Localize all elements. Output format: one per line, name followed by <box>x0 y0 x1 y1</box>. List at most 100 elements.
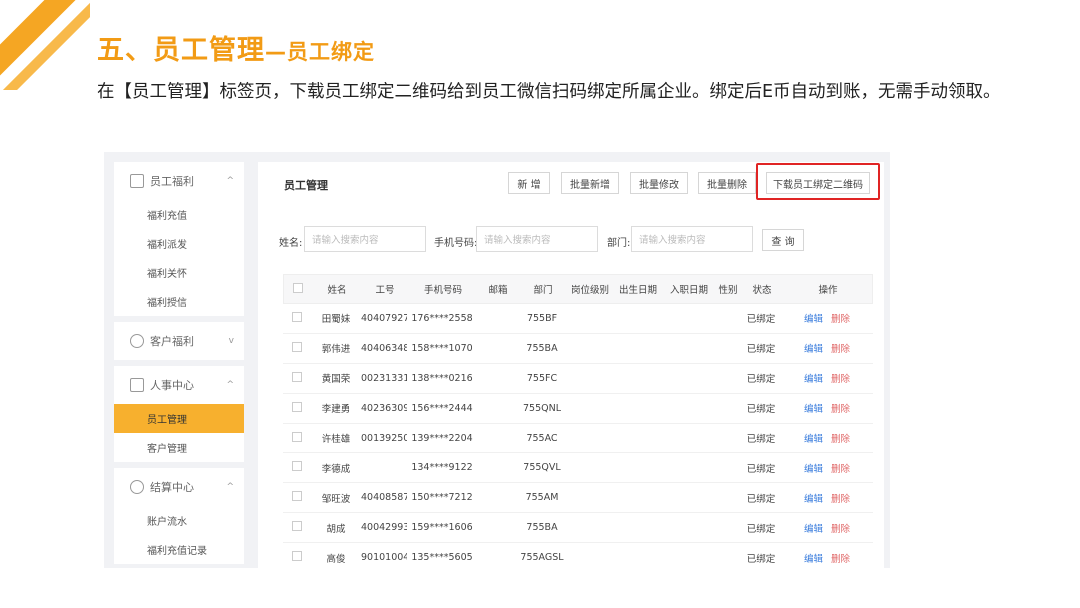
row-checkbox[interactable] <box>292 491 302 502</box>
sidebar-group-header[interactable]: 结算中心 ^ <box>114 468 244 506</box>
delete-link[interactable]: 删除 <box>831 374 850 385</box>
phone-search-input[interactable]: 请输入搜索内容 <box>476 226 598 252</box>
sidebar-group-header[interactable]: 人事中心 ^ <box>114 366 244 404</box>
row-checkbox-cell <box>283 371 311 385</box>
select-all-checkbox[interactable] <box>293 282 303 293</box>
cell-department: 755QNL <box>522 402 561 414</box>
cell-employee-id: 40408587 <box>361 492 407 504</box>
row-checkbox[interactable] <box>292 311 302 322</box>
sidebar-group-label: 客户福利 <box>150 335 194 348</box>
delete-link[interactable]: 删除 <box>831 464 850 475</box>
delete-link[interactable]: 删除 <box>831 344 850 355</box>
add-button[interactable]: 新 增 <box>508 172 550 194</box>
query-button[interactable]: 查 询 <box>762 229 804 251</box>
row-checkbox[interactable] <box>292 371 302 382</box>
sidebar-item[interactable]: 客户管理 <box>114 433 244 462</box>
edit-link[interactable]: 编辑 <box>804 554 823 565</box>
column-header: 操作 <box>818 285 838 296</box>
cell-phone: 135****5605 <box>411 552 473 564</box>
cell-name: 胡成 <box>326 523 346 535</box>
cell-actions: 编辑 删除 <box>781 431 873 445</box>
slide: 五、员工管理—员工绑定 在【员工管理】标签页，下载员工绑定二维码给到员工微信扫码… <box>0 0 1080 608</box>
edit-link[interactable]: 编辑 <box>804 404 823 415</box>
sidebar-item[interactable]: 福利授信 <box>114 287 244 316</box>
row-checkbox-cell <box>283 461 311 474</box>
sidebar-item[interactable]: 福利关怀 <box>114 258 244 287</box>
cell-actions: 编辑 删除 <box>781 311 873 325</box>
sidebar-group-label: 员工福利 <box>150 175 194 188</box>
name-search-input[interactable]: 请输入搜索内容 <box>304 226 426 252</box>
batch-delete-button[interactable]: 批量删除 <box>698 172 756 194</box>
sidebar-group-label: 人事中心 <box>150 379 194 392</box>
slide-title-main: 五、员工管理 <box>97 35 265 66</box>
cell-name: 田蜀妹 <box>321 314 351 326</box>
delete-link[interactable]: 删除 <box>831 554 850 565</box>
batch-add-button[interactable]: 批量新增 <box>561 172 619 194</box>
edit-link[interactable]: 编辑 <box>804 314 823 325</box>
column-header: 入职日期 <box>669 285 708 296</box>
header-checkbox-cell <box>284 282 312 296</box>
sidebar-group: 客户福利 v <box>114 322 244 360</box>
delete-link[interactable]: 删除 <box>831 314 850 325</box>
row-checkbox[interactable] <box>292 401 302 412</box>
delete-link[interactable]: 删除 <box>831 494 850 505</box>
sidebar-item[interactable]: 员工管理 <box>114 404 244 433</box>
edit-link[interactable]: 编辑 <box>804 434 823 445</box>
cell-employee-id: 00231331 <box>361 372 407 384</box>
delete-link[interactable]: 删除 <box>831 434 850 445</box>
cell-actions: 编辑 删除 <box>781 491 873 505</box>
cell-department: 755BF <box>526 312 558 324</box>
batch-edit-button[interactable]: 批量修改 <box>630 172 688 194</box>
row-checkbox-cell <box>283 311 311 325</box>
delete-link[interactable]: 删除 <box>831 524 850 535</box>
sidebar-group-header[interactable]: 客户福利 v <box>114 322 244 360</box>
column-header: 姓名 <box>327 285 347 296</box>
sidebar-group: 人事中心 ^ 员工管理 客户管理 <box>114 366 244 462</box>
edit-link[interactable]: 编辑 <box>804 524 823 535</box>
cell-name: 邹旺波 <box>321 493 351 505</box>
row-checkbox[interactable] <box>292 461 302 472</box>
column-header: 岗位级别 <box>570 285 609 296</box>
row-checkbox[interactable] <box>292 341 302 352</box>
cell-employee-id: 40406348 <box>361 342 407 354</box>
cell-actions: 编辑 删除 <box>781 401 873 415</box>
table-row: 李建勇 40236309 156****2444 755QNL 已绑定 编辑 删除 <box>283 394 873 424</box>
chevron-icon: ^ <box>226 380 234 390</box>
cell-department: 755AM <box>525 492 559 504</box>
row-checkbox[interactable] <box>292 551 302 562</box>
cell-department: 755QVL <box>523 462 561 474</box>
row-checkbox[interactable] <box>292 431 302 442</box>
chevron-icon: ^ <box>226 482 234 492</box>
cell-department: 755FC <box>526 372 558 384</box>
edit-link[interactable]: 编辑 <box>804 464 823 475</box>
column-header: 手机号码 <box>423 285 462 296</box>
cell-status: 已绑定 <box>746 434 776 445</box>
delete-link[interactable]: 删除 <box>831 404 850 415</box>
cell-status: 已绑定 <box>746 404 776 416</box>
sidebar-item[interactable]: 账户流水 <box>114 506 244 535</box>
column-header: 状态 <box>752 285 772 296</box>
slide-title: 五、员工管理—员工绑定 <box>97 28 375 67</box>
cell-employee-id: 40236309 <box>361 402 407 414</box>
edit-link[interactable]: 编辑 <box>804 374 823 385</box>
cell-actions: 编辑 删除 <box>781 551 873 565</box>
sidebar-group-header[interactable]: 员工福利 ^ <box>114 162 244 200</box>
name-filter-label: 姓名: <box>279 238 303 249</box>
dept-search-input[interactable]: 请输入搜索内容 <box>631 226 753 252</box>
cell-phone: 134****9122 <box>411 462 473 474</box>
cell-actions: 编辑 删除 <box>781 341 873 355</box>
decorative-corner <box>0 0 90 90</box>
slide-description: 在【员工管理】标签页，下载员工绑定二维码给到员工微信扫码绑定所属企业。绑定后E币… <box>97 82 1001 102</box>
sidebar-item[interactable]: 福利充值 <box>114 200 244 229</box>
sidebar-group: 员工福利 ^ 福利充值 福利派发 福利关怀 福利授信 <box>114 162 244 316</box>
edit-link[interactable]: 编辑 <box>804 344 823 355</box>
edit-link[interactable]: 编辑 <box>804 494 823 505</box>
cell-status: 已绑定 <box>746 314 776 326</box>
table-row: 高俊 90101004 135****5605 755AGSL 已绑定 编辑 删除 <box>283 543 873 568</box>
sidebar-item[interactable]: 福利派发 <box>114 229 244 258</box>
cell-phone: 176****2558 <box>411 312 473 324</box>
row-checkbox-cell <box>283 341 311 355</box>
sidebar-item[interactable]: 福利充值记录 <box>114 535 244 564</box>
row-checkbox[interactable] <box>292 521 302 532</box>
cell-name: 李德成 <box>321 463 351 475</box>
